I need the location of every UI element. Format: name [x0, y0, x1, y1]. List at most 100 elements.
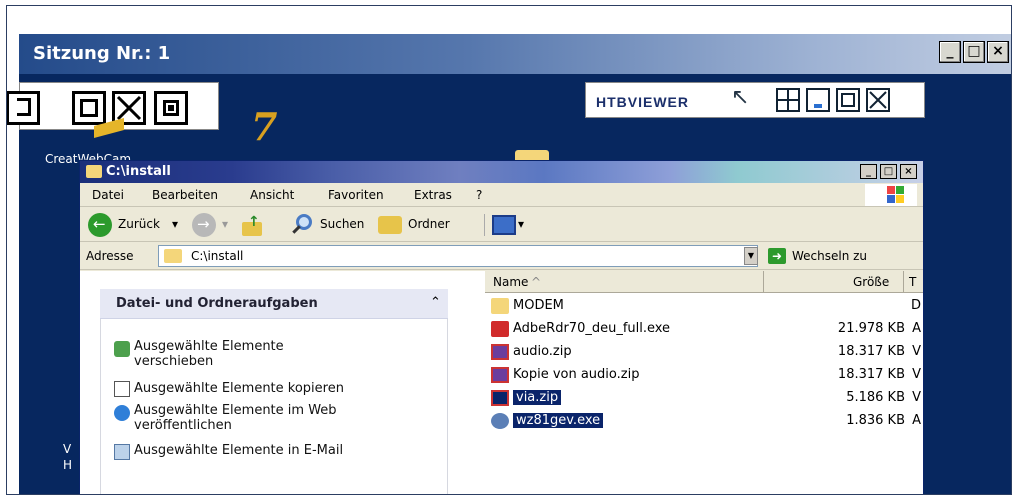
- folder-icon: [164, 249, 182, 263]
- folders-button[interactable]: Ordner: [408, 217, 450, 231]
- zip-icon: [491, 367, 509, 383]
- file-name: AdbeRdr70_deu_full.exe: [513, 321, 671, 336]
- session-title: Sitzung Nr.: 1: [33, 43, 171, 64]
- file-row[interactable]: AdbeRdr70_deu_full.exe 21.978 KB A: [485, 318, 923, 341]
- file-size: 18.317 KB: [837, 344, 905, 359]
- address-label: Adresse: [86, 249, 134, 263]
- mouse-cursor-icon: ↖: [731, 85, 750, 110]
- collapse-icon[interactable]: ⌃: [430, 295, 441, 310]
- exe-icon: [491, 413, 509, 429]
- menu-extras[interactable]: Extras: [414, 188, 452, 202]
- file-name: MODEM: [513, 298, 564, 313]
- close-button[interactable]: ×: [900, 164, 917, 179]
- task-panel-header[interactable]: Datei- und Ordneraufgaben ⌃: [100, 289, 448, 319]
- sevenzip-icon[interactable]: 7: [251, 104, 277, 149]
- back-arrow-icon[interactable]: ←: [88, 213, 112, 237]
- session-close-button[interactable]: ×: [987, 41, 1009, 63]
- file-row-selected[interactable]: wz81gev.exe 1.836 KB A: [485, 410, 923, 433]
- file-name: via.zip: [513, 390, 562, 405]
- restore-icon[interactable]: [7, 91, 40, 125]
- minimize-icon[interactable]: [806, 88, 830, 112]
- address-input[interactable]: C:\install: [158, 245, 758, 267]
- column-header: Name ^ Größe T: [485, 271, 923, 293]
- go-button[interactable]: Wechseln zu: [792, 249, 867, 263]
- column-type[interactable]: T: [909, 275, 916, 289]
- explorer-title: C:\install: [106, 164, 171, 179]
- file-row-selected[interactable]: via.zip 5.186 KB V: [485, 387, 923, 410]
- folder-icon: [86, 165, 102, 178]
- menu-bearbeiten[interactable]: Bearbeiten: [152, 188, 218, 202]
- menu-favoriten[interactable]: Favoriten: [328, 188, 384, 202]
- maximize-button[interactable]: □: [880, 164, 897, 179]
- forward-arrow-icon[interactable]: →: [192, 213, 216, 237]
- column-name[interactable]: Name: [493, 275, 528, 289]
- acrobat-icon: [491, 321, 509, 337]
- copy-icon: [114, 381, 130, 397]
- menu-datei[interactable]: Datei: [92, 188, 124, 202]
- standard-toolbar: ← Zurück ▾ → ▾ ↑ Suchen Ordner ▾: [80, 208, 923, 242]
- desktop-text-fragment: V: [63, 442, 72, 456]
- file-type: A: [912, 321, 921, 336]
- task-copy[interactable]: Ausgewählte Elemente kopieren: [134, 381, 434, 396]
- address-dropdown-icon[interactable]: ▼: [744, 247, 758, 265]
- windows-logo-icon: [865, 184, 917, 206]
- file-type: V: [912, 390, 921, 405]
- column-size[interactable]: Größe: [853, 275, 889, 289]
- file-name: audio.zip: [513, 344, 572, 359]
- remote-desktop: CreatWebCam 7 V H HTBVIEWER ↖ C:\install…: [7, 74, 1011, 494]
- htb-viewer-logo: HTBVIEWER: [596, 94, 689, 110]
- menu-help[interactable]: ?: [476, 188, 482, 202]
- task-panel-title: Datei- und Ordneraufgaben: [116, 296, 318, 311]
- zip-icon: [491, 390, 509, 406]
- zip-icon: [491, 344, 509, 360]
- session-minimize-button[interactable]: _: [939, 41, 961, 63]
- views-dropdown-icon[interactable]: ▾: [518, 217, 524, 231]
- menu-bar: Datei Bearbeiten Ansicht Favoriten Extra…: [80, 183, 923, 207]
- explorer-titlebar[interactable]: C:\install _ □ ×: [80, 161, 923, 183]
- search-icon[interactable]: [290, 214, 314, 238]
- htb-viewer-toolbar: HTBVIEWER ↖: [585, 82, 925, 118]
- file-type: A: [912, 413, 921, 428]
- file-row[interactable]: Kopie von audio.zip 18.317 KB V: [485, 364, 923, 387]
- session-maximize-button[interactable]: □: [963, 41, 985, 63]
- go-arrow-icon[interactable]: ➜: [768, 248, 786, 264]
- back-dropdown-icon[interactable]: ▾: [172, 217, 178, 231]
- file-size: 5.186 KB: [846, 390, 905, 405]
- file-name: wz81gev.exe: [513, 413, 604, 428]
- screenshot-frame: Sitzung Nr.: 1 _ □ × CreatWebCam 7 V H H…: [6, 5, 1012, 495]
- search-button[interactable]: Suchen: [320, 217, 364, 231]
- file-size: 18.317 KB: [837, 367, 905, 382]
- minimize-button[interactable]: _: [860, 164, 877, 179]
- forward-dropdown-icon[interactable]: ▾: [222, 217, 228, 231]
- globe-icon: [114, 405, 130, 421]
- file-size: 21.978 KB: [837, 321, 905, 336]
- file-type: V: [912, 344, 921, 359]
- session-titlebar[interactable]: Sitzung Nr.: 1 _ □ ×: [19, 34, 1011, 74]
- toolbar-separator: [484, 214, 485, 236]
- maximize-icon[interactable]: [836, 88, 860, 112]
- task-move[interactable]: Ausgewählte Elemente verschieben: [134, 339, 324, 369]
- menu-ansicht[interactable]: Ansicht: [250, 188, 294, 202]
- close-icon[interactable]: [866, 88, 890, 112]
- maximize-icon[interactable]: [72, 91, 106, 125]
- sort-ascending-icon: ^: [531, 275, 542, 289]
- folders-icon[interactable]: [378, 216, 402, 234]
- task-publish[interactable]: Ausgewählte Elemente im Web veröffentlic…: [134, 403, 384, 433]
- address-bar: Adresse C:\install ▼ ➜ Wechseln zu: [80, 242, 923, 270]
- move-icon: [114, 341, 130, 357]
- desktop-text-fragment: H: [63, 458, 73, 472]
- up-folder-icon[interactable]: ↑: [242, 214, 264, 236]
- explorer-window: C:\install _ □ × Datei Bearbeiten Ansich…: [79, 160, 924, 494]
- back-button[interactable]: Zurück: [118, 217, 160, 231]
- mail-icon: [114, 444, 130, 460]
- crosshair-icon[interactable]: [776, 88, 800, 112]
- folder-icon: [491, 298, 509, 314]
- file-row[interactable]: audio.zip 18.317 KB V: [485, 341, 923, 364]
- task-email[interactable]: Ausgewählte Elemente in E-Mail: [134, 443, 434, 458]
- file-name: Kopie von audio.zip: [513, 367, 640, 382]
- views-icon[interactable]: [492, 215, 516, 235]
- fullscreen-icon[interactable]: [154, 91, 188, 125]
- file-size: 1.836 KB: [846, 413, 905, 428]
- file-row[interactable]: MODEM D: [485, 295, 923, 318]
- file-list: Name ^ Größe T MODEM D AdbeRdr70_deu_ful…: [485, 271, 923, 494]
